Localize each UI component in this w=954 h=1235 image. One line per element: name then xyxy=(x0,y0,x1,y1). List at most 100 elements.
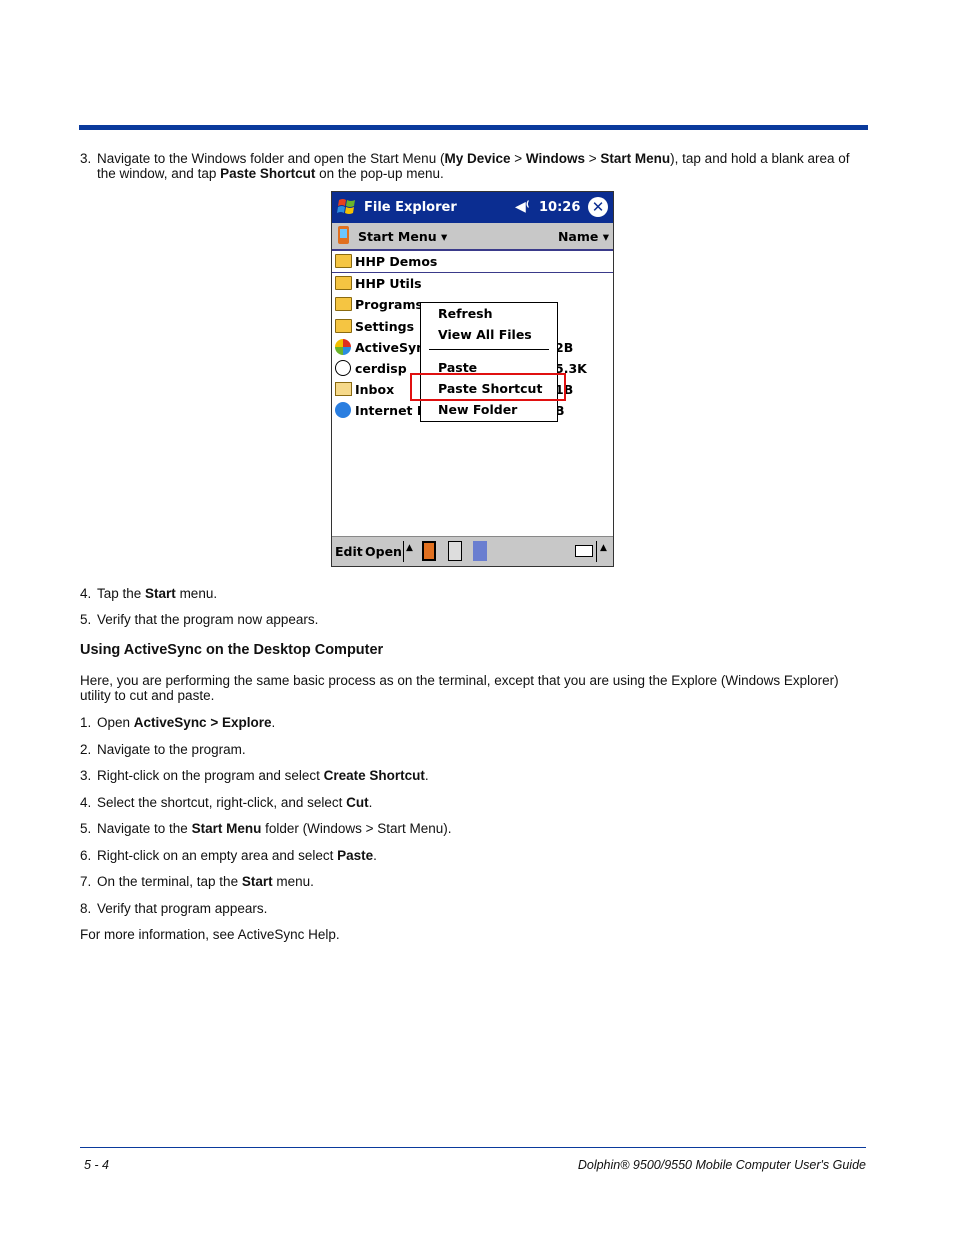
folder-icon xyxy=(335,297,352,312)
caret-up-icon[interactable]: ▲ xyxy=(600,543,607,553)
instruction-step: 3. Right-click on the program and select … xyxy=(80,768,429,783)
step-number: 7. xyxy=(80,874,92,889)
step-text: My Device xyxy=(444,151,511,166)
menu-separator xyxy=(429,349,549,350)
navigation-bar: Start Menu ▾ Name ▾ xyxy=(332,223,613,251)
step-text: Start Menu xyxy=(191,821,262,836)
menu-item-view-all-files[interactable]: View All Files xyxy=(438,327,532,342)
guide-title: Dolphin® 9500/9550 Mobile Computer User'… xyxy=(577,1158,866,1172)
step-text: ActiveSync > Explore xyxy=(133,715,272,730)
instruction-step: 8. Verify that program appears. xyxy=(80,901,267,916)
step-text: on the pop-up menu. xyxy=(315,166,444,181)
divider xyxy=(596,541,597,562)
folder-icon xyxy=(335,276,352,291)
activesync-icon xyxy=(335,338,351,355)
step-text: Open xyxy=(97,715,134,730)
step-text: > xyxy=(510,151,526,166)
footer-rule xyxy=(80,1147,866,1148)
instruction-step: 1. Open ActiveSync > Explore. xyxy=(80,715,275,730)
step-text: Verify that the program now appears. xyxy=(97,612,319,627)
step-text: > xyxy=(585,151,601,166)
step-text: Navigate to the xyxy=(97,821,192,836)
section-intro: Here, you are performing the same basic … xyxy=(80,673,839,703)
network-icon[interactable] xyxy=(473,541,487,561)
instruction-step: 7. On the terminal, tap the Start menu. xyxy=(80,874,314,889)
edit-menu[interactable]: Edit xyxy=(335,544,363,559)
step-number: 3. xyxy=(80,768,92,783)
step-number: 5. xyxy=(80,821,92,836)
device-tray-icon[interactable] xyxy=(422,541,436,561)
instruction-step: 5. Navigate to the Start Menu folder (Win… xyxy=(80,821,452,836)
caret-up-icon[interactable]: ▲ xyxy=(406,543,413,553)
step-text: . xyxy=(424,768,429,783)
header-rule xyxy=(79,125,868,130)
step-number: 1. xyxy=(80,715,92,730)
title-bar: File Explorer ◀︎⁽ 10:26 ✕ xyxy=(332,192,613,223)
step-text: . xyxy=(373,848,377,863)
step-text: folder (Windows > Start Menu). xyxy=(261,821,452,836)
step-text: Tap the xyxy=(97,586,146,601)
step-text: On the terminal, tap the xyxy=(97,874,242,889)
close-button[interactable]: ✕ xyxy=(588,197,608,217)
windows-start-icon[interactable] xyxy=(336,196,358,218)
sort-dropdown[interactable]: Name ▾ xyxy=(558,229,609,244)
instruction-step: 4. Tap the Start menu. xyxy=(80,586,217,601)
step-number: 6. xyxy=(80,848,92,863)
step-number: 4. xyxy=(80,586,92,601)
file-row[interactable]: HHP Utils xyxy=(332,273,613,294)
file-row[interactable]: HHP Demos xyxy=(332,251,613,274)
menu-item-refresh[interactable]: Refresh xyxy=(438,306,493,321)
step-text: Navigate to the program. xyxy=(97,742,246,757)
cerdisp-icon xyxy=(335,359,351,376)
step-text: Paste Shortcut xyxy=(220,166,316,181)
folder-dropdown[interactable]: Start Menu ▾ xyxy=(358,229,447,244)
page-number: 5 - 4 xyxy=(84,1158,110,1172)
step-text: . xyxy=(368,795,373,810)
instruction-step: 4. Select the shortcut, right-click, and … xyxy=(80,795,372,810)
step-text: Cut xyxy=(346,795,369,810)
step-number: 8. xyxy=(80,901,92,916)
instruction-step: 6. Right-click on an empty area and selec… xyxy=(80,848,377,863)
clock[interactable]: 10:26 xyxy=(539,200,580,215)
app-title: File Explorer xyxy=(364,200,457,215)
step-text: Paste xyxy=(337,848,374,863)
step-text: menu. xyxy=(175,586,218,601)
step-number: 4. xyxy=(80,795,92,810)
keyboard-icon[interactable] xyxy=(575,545,593,557)
step-text: Right-click on the program and select xyxy=(97,768,324,783)
step-text: Verify that program appears. xyxy=(97,901,268,916)
step-number: 3. xyxy=(80,151,92,166)
storage-card-icon[interactable] xyxy=(448,541,462,561)
step-text: Select the shortcut, right-click, and se… xyxy=(97,795,347,810)
folder-icon xyxy=(335,254,352,268)
instruction-step: 3. Navigate to the Windows folder and op… xyxy=(80,151,870,181)
folder-icon xyxy=(335,318,352,333)
inbox-icon xyxy=(335,382,352,397)
step-text: menu. xyxy=(272,874,314,889)
menu-item-new-folder[interactable]: New Folder xyxy=(438,402,517,417)
divider xyxy=(403,541,404,562)
section-heading: Using ActiveSync on the Desktop Computer xyxy=(80,642,384,658)
step-text: Navigate to the Windows folder and open … xyxy=(97,151,445,166)
callout-highlight xyxy=(410,373,566,401)
step-text: Windows xyxy=(525,151,586,166)
step-text: Start xyxy=(145,586,176,601)
step-number: 2. xyxy=(80,742,92,757)
step-text: Create Shortcut xyxy=(323,768,425,783)
step-text: Start Menu xyxy=(600,151,671,166)
instruction-step: 2. Navigate to the program. xyxy=(80,742,246,757)
step-text: . xyxy=(271,715,276,730)
internet-explorer-icon xyxy=(335,402,351,419)
closing-note: For more information, see ActiveSync Hel… xyxy=(80,927,340,942)
speaker-icon[interactable]: ◀︎⁽ xyxy=(515,199,530,215)
step-text: Right-click on an empty area and select xyxy=(97,848,338,863)
device-icon xyxy=(338,226,349,244)
instruction-step: 5. Verify that the program now appears. xyxy=(80,612,318,627)
step-number: 5. xyxy=(80,612,92,627)
open-menu[interactable]: Open xyxy=(365,544,402,559)
step-text: Navigate to the Windows folder and open … xyxy=(80,151,870,181)
file-explorer-screenshot: File Explorer ◀︎⁽ 10:26 ✕ Start Menu ▾ N… xyxy=(331,191,614,567)
command-bar: Edit Open ▲ ▲ xyxy=(332,536,613,566)
context-menu: Refresh View All Files Paste Paste Short… xyxy=(420,302,558,422)
step-text: Start xyxy=(241,874,273,889)
